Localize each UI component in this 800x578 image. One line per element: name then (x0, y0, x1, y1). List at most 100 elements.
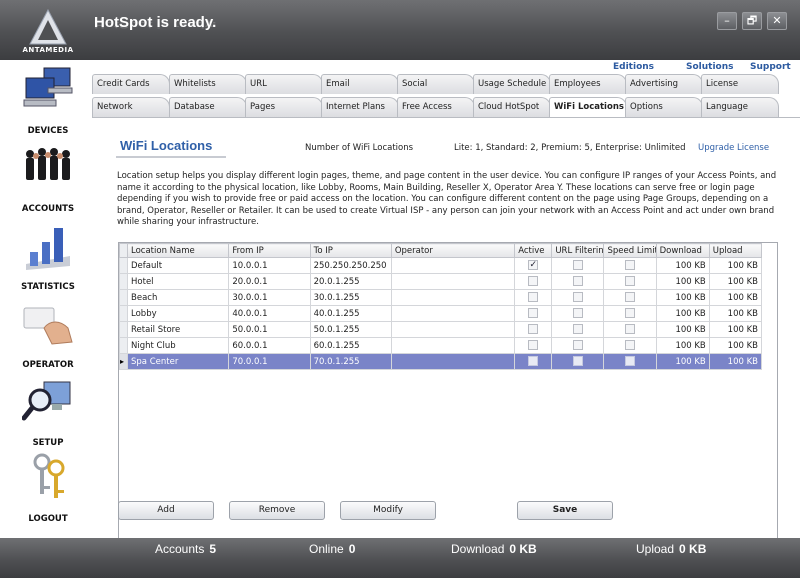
restore-button[interactable]: 🗗 (742, 12, 762, 30)
sidebar-item-logout[interactable]: LOGOUT (4, 452, 92, 528)
tab-email[interactable]: Email (321, 74, 399, 94)
url-filtering-checkbox[interactable] (572, 340, 583, 351)
url-filtering-checkbox[interactable] (572, 308, 583, 319)
table-row[interactable]: Night Club 60.0.0.1 60.0.1.255 100 KB 100 KB (118, 337, 763, 354)
sidebar-item-operator[interactable]: OPERATOR (4, 298, 92, 374)
minimize-button[interactable]: – (717, 12, 737, 30)
tab-wifi-locations[interactable]: WiFi Locations (549, 97, 627, 117)
active-checkbox[interactable] (528, 340, 539, 351)
speed-limit-checkbox[interactable] (625, 308, 636, 319)
tab-options[interactable]: Options (625, 97, 703, 117)
row-selector[interactable] (118, 321, 129, 338)
column-header-from-ip[interactable]: From IP (228, 243, 311, 258)
tab-social[interactable]: Social (397, 74, 475, 94)
tab-url[interactable]: URL (245, 74, 323, 94)
table-row[interactable]: Hotel 20.0.0.1 20.0.1.255 100 KB 100 KB (118, 273, 763, 290)
tab-network[interactable]: Network (92, 97, 170, 117)
row-selector[interactable]: ▸ (118, 353, 129, 370)
column-header-speed-limit[interactable]: Speed Limit (603, 243, 657, 258)
support-link[interactable]: Support (750, 62, 791, 72)
tab-credit-cards[interactable]: Credit Cards (92, 74, 170, 94)
tab-database[interactable]: Database (169, 97, 247, 117)
add-button[interactable]: Add (118, 501, 214, 520)
speed-limit-checkbox-cell (603, 289, 657, 306)
remove-button[interactable]: Remove (229, 501, 325, 520)
sidebar: DEVICES ACCOUNTS STATISTICS OPERATOR SET… (0, 60, 96, 538)
sidebar-item-devices[interactable]: DEVICES (4, 64, 92, 140)
to-ip-cell: 250.250.250.250 (309, 257, 392, 274)
upload-cell: 100 KB (708, 337, 763, 354)
close-button[interactable]: ✕ (767, 12, 787, 30)
url-filtering-checkbox[interactable] (572, 260, 583, 271)
tab-internet-plans[interactable]: Internet Plans (321, 97, 399, 117)
row-selector[interactable] (118, 273, 129, 290)
tab-employees[interactable]: Employees (549, 74, 627, 94)
active-checkbox[interactable] (528, 292, 539, 303)
table-row[interactable]: Lobby 40.0.0.1 40.0.1.255 100 KB 100 KB (118, 305, 763, 322)
url-filtering-checkbox-cell (551, 321, 605, 338)
speed-limit-checkbox[interactable] (625, 260, 636, 271)
column-header-upload[interactable]: Upload (708, 243, 763, 258)
main-panel: Editions Solutions Support Credit Cards … (92, 60, 800, 548)
row-selector[interactable] (118, 289, 129, 306)
accounts-value: 5 (209, 542, 217, 556)
solutions-link[interactable]: Solutions (686, 62, 734, 72)
tab-language[interactable]: Language (701, 97, 779, 117)
tab-whitelists[interactable]: Whitelists (169, 74, 247, 94)
speed-limit-checkbox-cell (603, 305, 657, 322)
speed-limit-checkbox[interactable] (625, 356, 636, 367)
speed-limit-checkbox[interactable] (625, 340, 636, 351)
column-header-download[interactable]: Download (655, 243, 710, 258)
upgrade-license-link[interactable]: Upgrade License (698, 143, 769, 153)
row-selector[interactable] (118, 337, 129, 354)
tab-cloud-hotspot[interactable]: Cloud HotSpot (473, 97, 551, 117)
tab-advertising[interactable]: Advertising (625, 74, 703, 94)
column-header-operator[interactable]: Operator (390, 243, 516, 258)
column-header-active[interactable]: Active (514, 243, 553, 258)
sidebar-item-label: STATISTICS (21, 282, 75, 292)
url-filtering-checkbox[interactable] (572, 276, 583, 287)
speed-limit-checkbox[interactable] (625, 292, 636, 303)
active-checkbox[interactable] (528, 324, 539, 335)
sidebar-item-setup[interactable]: SETUP (4, 376, 92, 452)
column-header-url-filtering[interactable]: URL Filtering (551, 243, 605, 258)
upload-stat: Upload 0 KB (636, 542, 706, 556)
tab-usage-schedule[interactable]: Usage Schedule (473, 74, 551, 94)
tab-free-access[interactable]: Free Access (397, 97, 475, 117)
url-filtering-checkbox-cell (551, 257, 605, 274)
wifi-locations-grid[interactable]: Location Name From IP To IP Operator Act… (118, 242, 778, 548)
row-selector[interactable] (118, 305, 129, 322)
from-ip-cell: 40.0.0.1 (228, 305, 311, 322)
save-button[interactable]: Save (517, 501, 613, 520)
page-title: WiFi Locations (120, 138, 213, 153)
title-underline (116, 156, 226, 158)
license-limits-text: Lite: 1, Standard: 2, Premium: 5, Enterp… (454, 143, 686, 153)
column-header-to-ip[interactable]: To IP (309, 243, 392, 258)
tab-license[interactable]: License (701, 74, 779, 94)
active-checkbox-cell (514, 321, 553, 338)
table-row[interactable]: Retail Store 50.0.0.1 50.0.1.255 100 KB 100 … (118, 321, 763, 338)
column-header-location-name[interactable]: Location Name (127, 243, 230, 258)
row-selector[interactable] (118, 257, 129, 274)
active-checkbox[interactable] (528, 308, 539, 319)
sidebar-item-accounts[interactable]: ACCOUNTS (4, 142, 92, 218)
url-filtering-checkbox[interactable] (572, 356, 583, 367)
active-checkbox[interactable]: ✓ (528, 260, 539, 271)
tab-pages[interactable]: Pages (245, 97, 323, 117)
sidebar-item-label: DEVICES (27, 126, 69, 136)
editions-link[interactable]: Editions (613, 62, 654, 72)
modify-button[interactable]: Modify (340, 501, 436, 520)
table-row[interactable]: ▸ Spa Center 70.0.0.1 70.0.1.255 100 KB 100 K… (118, 353, 763, 370)
sidebar-item-statistics[interactable]: STATISTICS (4, 220, 92, 296)
url-filtering-checkbox[interactable] (572, 324, 583, 335)
speed-limit-checkbox[interactable] (625, 276, 636, 287)
page-description: Location setup helps you display differe… (117, 171, 777, 228)
active-checkbox[interactable] (528, 276, 539, 287)
url-filtering-checkbox[interactable] (572, 292, 583, 303)
speed-limit-checkbox-cell (603, 321, 657, 338)
table-row[interactable]: Beach 30.0.0.1 30.0.1.255 100 KB 100 KB (118, 289, 763, 306)
speed-limit-checkbox[interactable] (625, 324, 636, 335)
download-stat: Download 0 KB (451, 542, 537, 556)
active-checkbox[interactable] (528, 356, 539, 367)
table-row[interactable]: Default 10.0.0.1 250.250.250.250 ✓ 100 KB 100… (118, 257, 763, 274)
